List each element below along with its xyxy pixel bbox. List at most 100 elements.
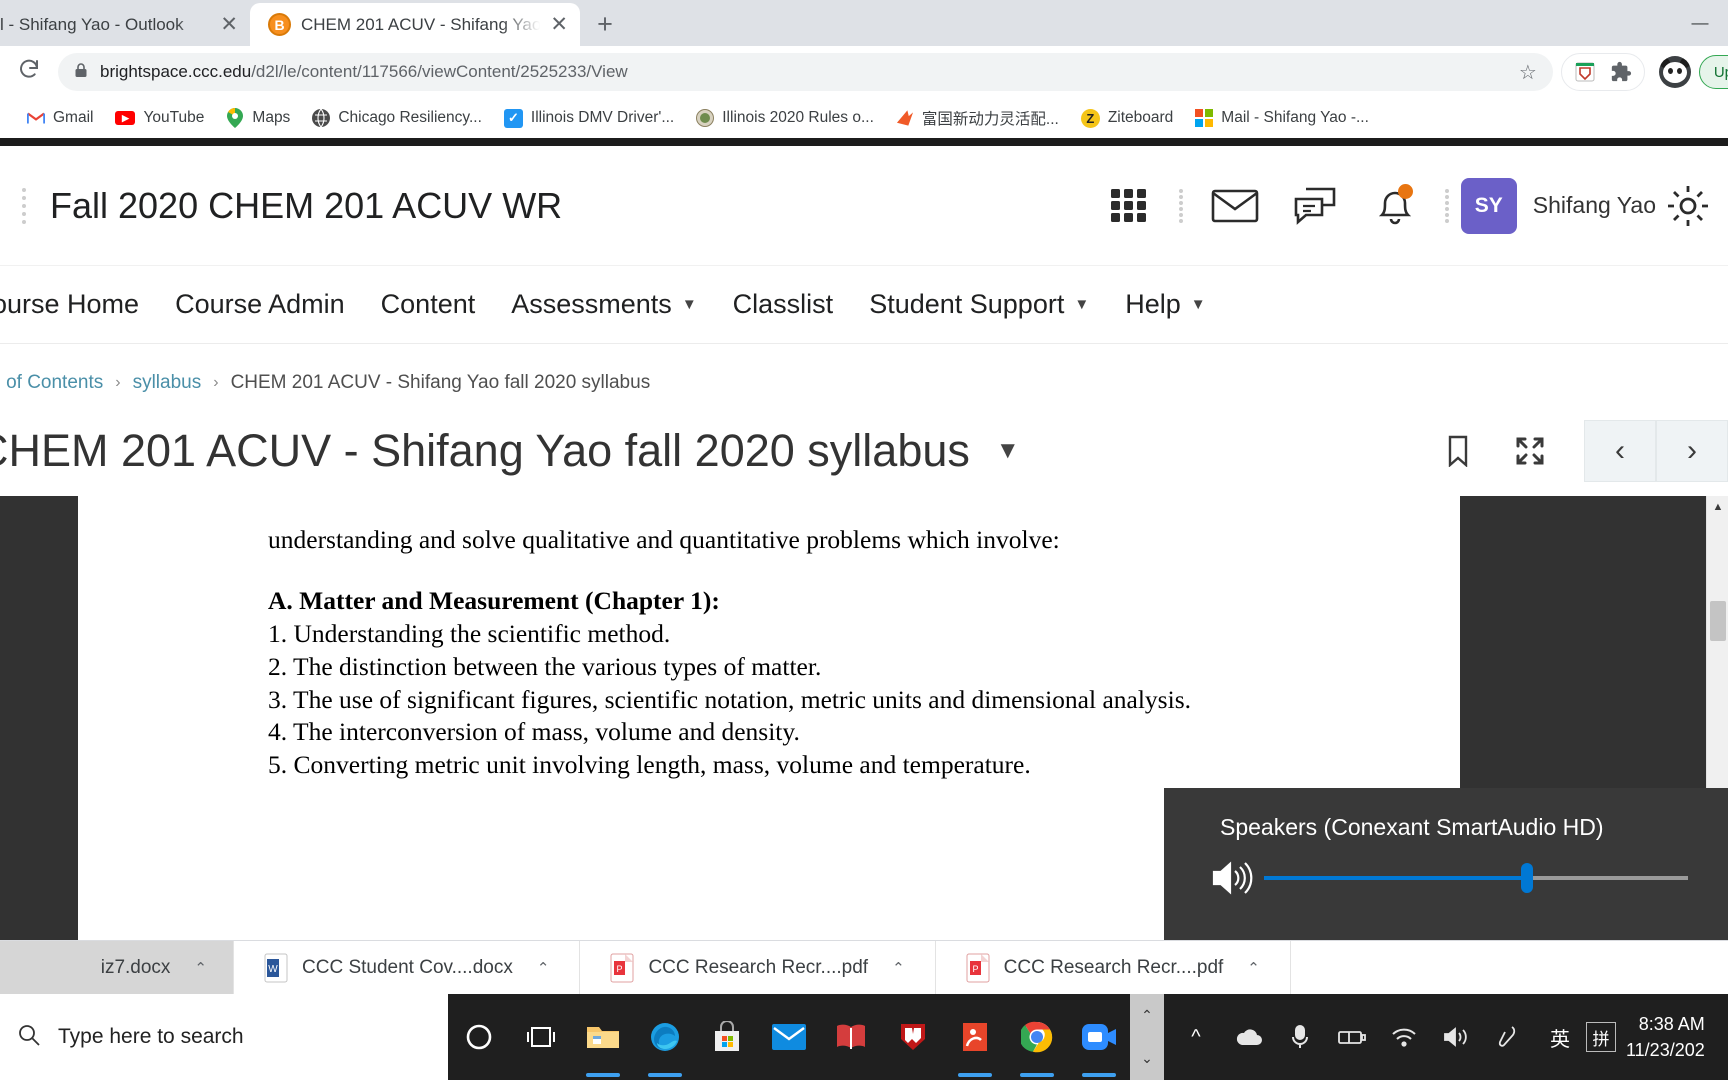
mcafee-icon[interactable] xyxy=(882,994,944,1080)
bookmark-label: Gmail xyxy=(53,109,94,126)
cortana-icon[interactable] xyxy=(448,994,510,1080)
clock-time: 8:38 AM xyxy=(1638,1013,1705,1034)
download-item-research-recr-1[interactable]: P CCC Research Recr....pdf ⌃ xyxy=(580,940,936,995)
update-button[interactable]: Up xyxy=(1698,55,1728,89)
breadcrumb-table-of-contents[interactable]: le of Contents xyxy=(0,372,103,394)
chevron-down-icon: ▼ xyxy=(681,296,697,313)
avatar[interactable]: SY xyxy=(1460,177,1517,234)
chevron-up-icon[interactable]: ⌃ xyxy=(537,959,550,977)
chevron-up-icon[interactable]: ⌃ xyxy=(892,959,905,977)
bookmark-gmail[interactable]: Gmail xyxy=(16,103,104,133)
bookmark-label: Ziteboard xyxy=(1107,109,1174,126)
bookmark-chicago-resiliency[interactable]: Chicago Resiliency... xyxy=(301,103,493,133)
dictionary-icon[interactable] xyxy=(820,994,882,1080)
bookmark-maps[interactable]: Maps xyxy=(215,103,301,133)
download-label: CCC Student Cov....docx xyxy=(302,956,513,978)
onedrive-icon[interactable] xyxy=(1222,994,1274,1080)
bookmark-fund[interactable]: 富国新动力灵活配... xyxy=(885,103,1070,133)
doc-line: 2. The distinction between the various t… xyxy=(268,651,822,681)
mic-icon[interactable] xyxy=(1274,994,1326,1080)
bell-icon[interactable] xyxy=(1355,171,1435,241)
nav-student-support[interactable]: Student Support ▼ xyxy=(851,289,1107,320)
show-hidden-icons-icon[interactable]: ^ xyxy=(1170,994,1222,1080)
wifi-icon[interactable] xyxy=(1378,994,1430,1080)
nav-classlist[interactable]: Classlist xyxy=(715,289,852,320)
browser-toolbar: brightspace.ccc.edu/d2l/le/content/11756… xyxy=(0,46,1728,98)
chevron-up-icon[interactable]: ⌃ xyxy=(1141,1007,1153,1024)
microsoft-store-icon[interactable] xyxy=(696,994,758,1080)
breadcrumb-syllabus[interactable]: syllabus xyxy=(133,372,202,394)
taskbar-clock[interactable]: 8:38 AM 11/23/202 xyxy=(1626,1011,1715,1063)
mail-icon[interactable] xyxy=(758,994,820,1080)
nav-assessments[interactable]: Assessments ▼ xyxy=(493,289,714,320)
new-tab-button[interactable]: + xyxy=(590,10,620,40)
task-view-icon[interactable] xyxy=(510,994,572,1080)
svg-text:P: P xyxy=(972,964,978,974)
fullscreen-icon[interactable] xyxy=(1494,421,1566,481)
bookmark-outlook-mail[interactable]: Mail - Shifang Yao -... xyxy=(1184,103,1380,133)
youtube-icon: ▶ xyxy=(115,111,136,125)
nav-course-home[interactable]: ourse Home xyxy=(0,289,157,320)
breadcrumb-current: CHEM 201 ACUV - Shifang Yao fall 2020 sy… xyxy=(230,372,651,393)
chevron-up-icon[interactable]: ⌃ xyxy=(1247,959,1260,977)
svg-text:W: W xyxy=(268,964,278,975)
bookmark-label: YouTube xyxy=(143,109,205,126)
pdf-reader-icon[interactable] xyxy=(944,994,1006,1080)
chevron-down-icon[interactable]: ⌄ xyxy=(1141,1050,1153,1067)
close-icon[interactable]: ✕ xyxy=(220,14,238,35)
bookmark-illinois-dmv[interactable]: ✓ Illinois DMV Driver'... xyxy=(493,103,685,133)
speaker-icon[interactable] xyxy=(1200,859,1264,897)
course-title: Fall 2020 CHEM 201 ACUV WR xyxy=(50,184,563,226)
bookmark-ziteboard[interactable]: Z Ziteboard xyxy=(1070,103,1184,133)
download-label: CCC Research Recr....pdf xyxy=(648,956,869,978)
ime-english-icon[interactable]: 英 xyxy=(1534,994,1586,1080)
next-page-button[interactable]: › xyxy=(1656,420,1728,482)
chevron-up-icon[interactable]: ⌃ xyxy=(194,959,207,977)
bookmark-label: Chicago Resiliency... xyxy=(338,109,482,126)
volume-slider-thumb[interactable] xyxy=(1520,863,1533,893)
download-item-quiz7[interactable]: iz7.docx ⌃ xyxy=(0,940,234,995)
volume-icon[interactable] xyxy=(1430,994,1482,1080)
address-bar[interactable]: brightspace.ccc.edu/d2l/le/content/11756… xyxy=(58,53,1553,91)
browser-tab-brightspace[interactable]: B CHEM 201 ACUV - Shifang Yao fa ✕ xyxy=(250,3,580,46)
drag-handle-icon[interactable] xyxy=(22,187,28,224)
download-item-student-cov[interactable]: W CCC Student Cov....docx ⌃ xyxy=(234,940,581,995)
scrollbar-thumb[interactable] xyxy=(1710,601,1726,641)
taskbar-search[interactable]: Type here to search xyxy=(0,994,448,1080)
nav-help[interactable]: Help ▼ xyxy=(1107,289,1223,320)
bookmark-label: 富国新动力灵活配... xyxy=(921,111,1059,128)
envelope-icon[interactable] xyxy=(1195,171,1275,241)
nav-content[interactable]: Content xyxy=(363,289,494,320)
waffle-grid-icon[interactable] xyxy=(1089,171,1169,241)
bookmark-youtube[interactable]: ▶ YouTube xyxy=(104,103,215,133)
reload-icon[interactable] xyxy=(0,57,58,88)
bookmark-icon[interactable] xyxy=(1422,421,1494,481)
battery-icon[interactable] xyxy=(1326,994,1378,1080)
nav-course-admin[interactable]: Course Admin xyxy=(157,289,363,320)
download-label: iz7.docx xyxy=(100,956,171,978)
taskbar-overflow-scroll[interactable]: ⌃ ⌄ xyxy=(1130,994,1164,1080)
edge-icon[interactable] xyxy=(634,994,696,1080)
chevron-down-icon[interactable]: ▼ xyxy=(996,437,1020,465)
scroll-up-icon[interactable]: ▲ xyxy=(1707,496,1728,518)
minimize-button[interactable]: — xyxy=(1672,13,1728,33)
close-icon[interactable]: ✕ xyxy=(550,14,568,35)
bookmark-illinois-rules[interactable]: Illinois 2020 Rules o... xyxy=(685,103,885,133)
gear-icon[interactable] xyxy=(1656,171,1720,241)
zoom-icon[interactable] xyxy=(1068,994,1130,1080)
volume-slider[interactable] xyxy=(1264,863,1688,893)
puzzle-extensions-icon[interactable] xyxy=(1604,57,1638,87)
user-name[interactable]: Shifang Yao xyxy=(1533,192,1656,219)
profile-avatar[interactable] xyxy=(1658,56,1691,88)
browser-tab-outlook[interactable]: l - Shifang Yao - Outlook ✕ xyxy=(0,3,250,46)
chat-icon[interactable] xyxy=(1275,171,1355,241)
star-icon[interactable]: ☆ xyxy=(1519,60,1537,85)
window-controls: — xyxy=(1528,0,1728,46)
ime-pinyin-icon[interactable]: 拼 xyxy=(1586,1022,1616,1052)
download-item-research-recr-2[interactable]: P CCC Research Recr....pdf ⌃ xyxy=(936,940,1291,995)
ublock-icon[interactable] xyxy=(1568,57,1602,87)
pen-icon[interactable] xyxy=(1482,994,1534,1080)
prev-page-button[interactable]: ‹ xyxy=(1584,420,1656,482)
chrome-icon[interactable] xyxy=(1006,994,1068,1080)
file-explorer-icon[interactable] xyxy=(572,994,634,1080)
